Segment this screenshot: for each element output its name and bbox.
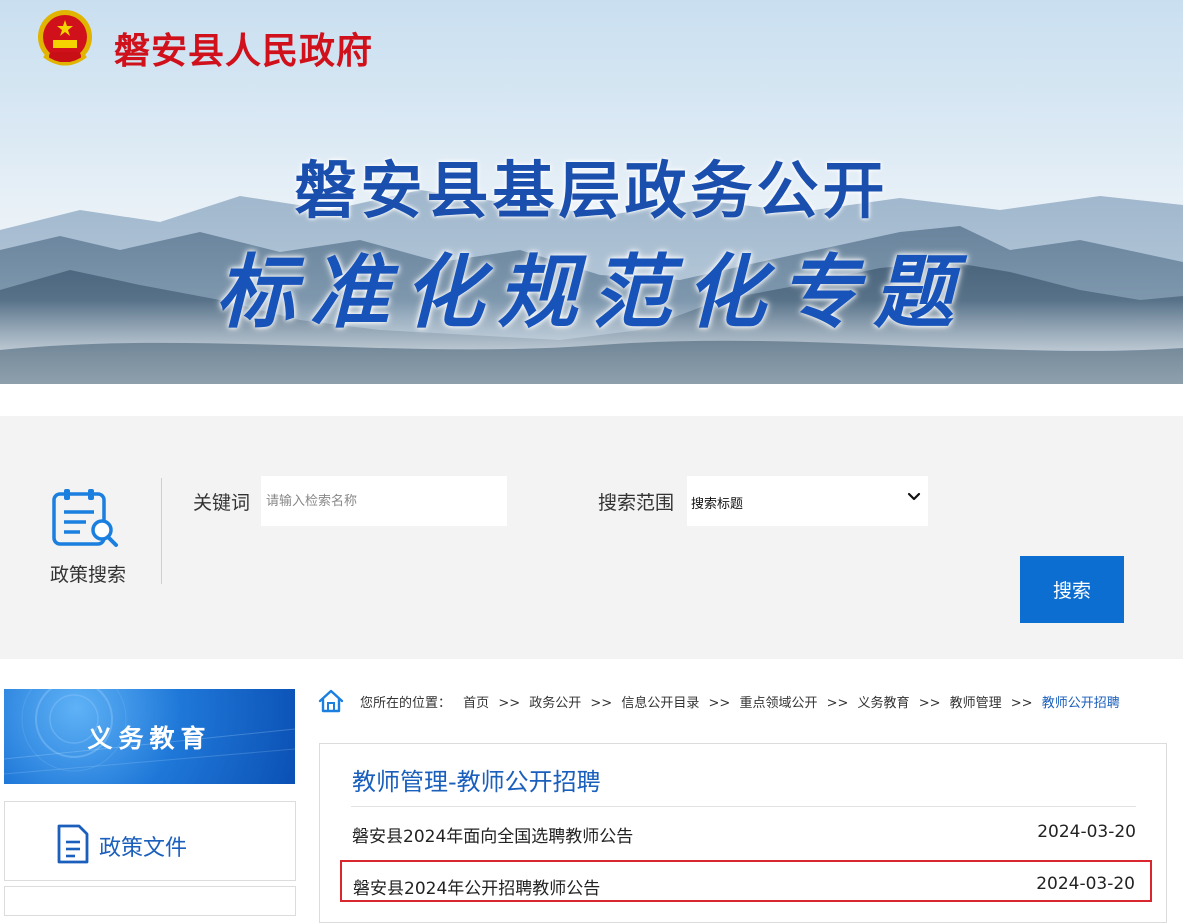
breadcrumb-item-gov-affairs[interactable]: 政务公开 bbox=[529, 696, 581, 711]
list-item-date: 2024-03-20 bbox=[1037, 822, 1136, 842]
search-button[interactable]: 搜索 bbox=[1020, 556, 1124, 623]
keyword-label: 关键词 bbox=[193, 492, 251, 514]
search-scope-select[interactable]: 搜索标题 bbox=[687, 476, 928, 526]
list-item-title[interactable]: 磐安县2024年面向全国选聘教师公告 bbox=[352, 822, 633, 847]
home-icon[interactable] bbox=[318, 688, 344, 714]
policy-search-label: 政策搜索 bbox=[49, 564, 126, 586]
document-icon bbox=[57, 824, 89, 864]
sidebar-item-next[interactable] bbox=[4, 886, 296, 916]
header-banner: 磐安县人民政府 磐安县基层政务公开 标准化规范化专题 bbox=[0, 0, 1183, 384]
breadcrumb-item-home[interactable]: 首页 bbox=[463, 696, 489, 711]
list-item[interactable]: 磐安县2024年面向全国选聘教师公告 2024-03-20 bbox=[340, 812, 1152, 854]
breadcrumb-item-key-areas[interactable]: 重点领域公开 bbox=[739, 696, 817, 711]
policy-search-panel bbox=[0, 416, 1183, 659]
breadcrumb-prefix: 您所在的位置： bbox=[360, 696, 452, 711]
keyword-input[interactable] bbox=[261, 476, 507, 526]
banner-title-primary: 磐安县基层政务公开 bbox=[294, 154, 889, 227]
site-title[interactable]: 磐安县人民政府 bbox=[114, 22, 373, 74]
breadcrumb-separator: >> bbox=[1010, 696, 1033, 711]
breadcrumb-separator: >> bbox=[826, 696, 849, 711]
breadcrumb-separator: >> bbox=[918, 696, 941, 711]
list-item-date: 2024-03-20 bbox=[1036, 874, 1135, 894]
search-scope-label: 搜索范围 bbox=[598, 492, 675, 514]
breadcrumb-item-catalog[interactable]: 信息公开目录 bbox=[621, 696, 699, 711]
breadcrumb-separator: >> bbox=[708, 696, 731, 711]
breadcrumb: 您所在的位置： 首页 >> 政务公开 >> 信息公开目录 >> 重点领域公开 >… bbox=[360, 692, 1120, 711]
chevron-down-icon bbox=[907, 492, 921, 501]
sidebar-header: 义务教育 bbox=[4, 689, 295, 784]
breadcrumb-separator: >> bbox=[498, 696, 521, 711]
search-scope-value: 搜索标题 bbox=[691, 497, 744, 512]
list-item-title[interactable]: 磐安县2024年公开招聘教师公告 bbox=[353, 874, 600, 899]
breadcrumb-item-current[interactable]: 教师公开招聘 bbox=[1042, 696, 1120, 711]
list-item-highlighted[interactable]: 磐安县2024年公开招聘教师公告 2024-03-20 bbox=[340, 860, 1152, 902]
list-divider bbox=[351, 806, 1136, 807]
breadcrumb-item-teacher-management[interactable]: 教师管理 bbox=[950, 696, 1002, 711]
banner-title-secondary: 标准化规范化专题 bbox=[215, 245, 968, 339]
national-emblem-icon bbox=[38, 10, 92, 66]
search-divider bbox=[161, 478, 162, 584]
sidebar-header-title: 义务教育 bbox=[87, 724, 212, 753]
sidebar-item-label: 政策文件 bbox=[99, 836, 188, 861]
breadcrumb-item-compulsory-education[interactable]: 义务教育 bbox=[858, 696, 910, 711]
breadcrumb-separator: >> bbox=[590, 696, 613, 711]
list-title: 教师管理-教师公开招聘 bbox=[352, 768, 601, 796]
sidebar-item-policy-documents[interactable]: 政策文件 bbox=[4, 801, 296, 881]
policy-search-icon bbox=[52, 489, 118, 547]
